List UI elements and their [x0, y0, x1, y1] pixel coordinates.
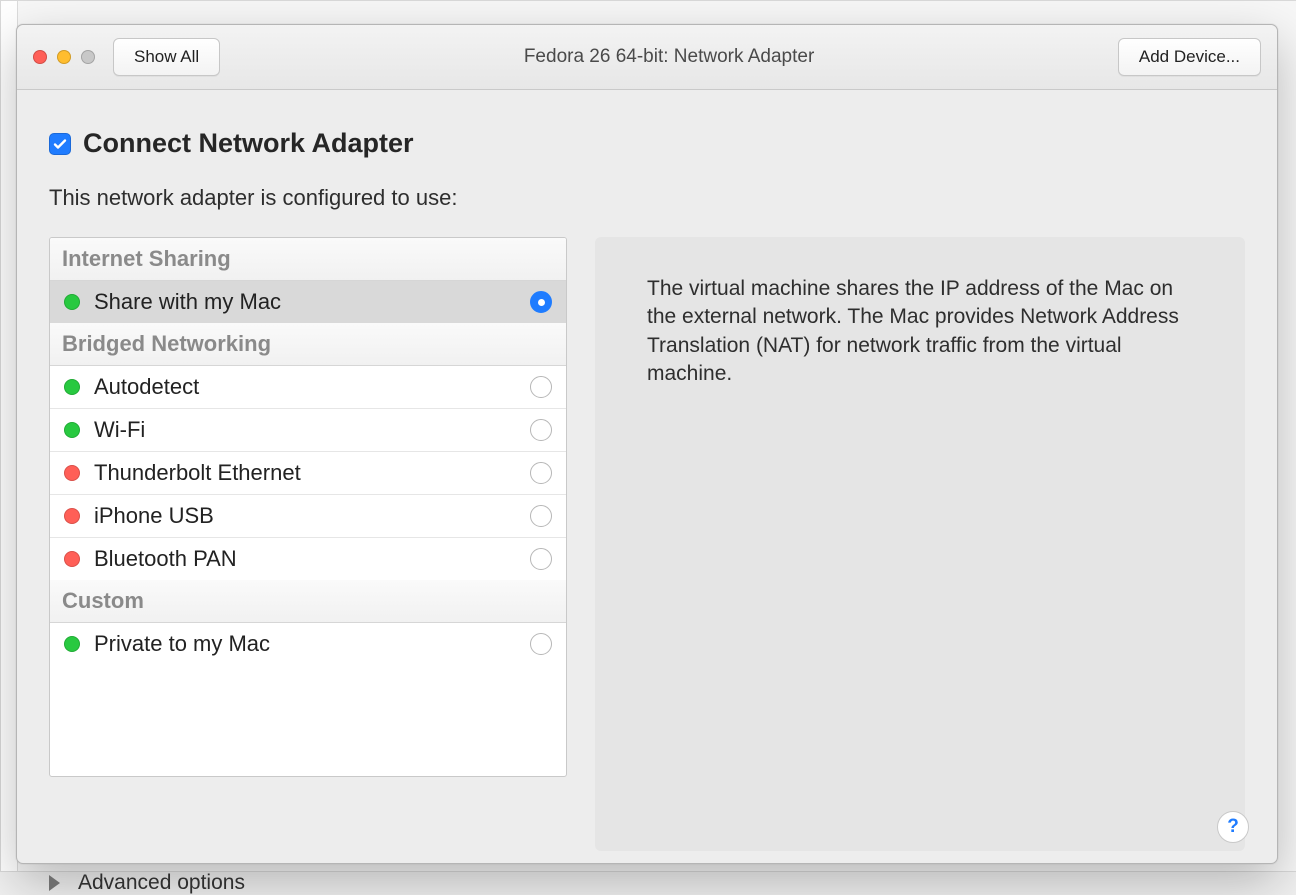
window-titlebar: Show All Fedora 26 64-bit: Network Adapt…	[17, 25, 1277, 90]
network-option-radio[interactable]	[530, 548, 552, 570]
status-dot-icon	[64, 294, 80, 310]
network-option-label: Bluetooth PAN	[94, 546, 516, 572]
status-dot-icon	[64, 422, 80, 438]
add-device-button[interactable]: Add Device...	[1118, 38, 1261, 76]
connect-adapter-checkbox[interactable]	[49, 133, 71, 155]
network-option[interactable]: Thunderbolt Ethernet	[50, 451, 566, 494]
zoom-icon[interactable]	[81, 50, 95, 64]
advanced-options-disclosure[interactable]: Advanced options	[49, 871, 1245, 895]
network-option[interactable]: Private to my Mac	[50, 623, 566, 665]
disclosure-triangle-icon	[49, 875, 60, 891]
close-icon[interactable]	[33, 50, 47, 64]
group-header: Internet Sharing	[50, 238, 566, 281]
status-dot-icon	[64, 465, 80, 481]
content-area: Connect Network Adapter This network ada…	[17, 90, 1277, 863]
network-option-label: Private to my Mac	[94, 631, 516, 657]
panel-subtitle: This network adapter is configured to us…	[49, 185, 1245, 211]
network-option-label: Wi-Fi	[94, 417, 516, 443]
window-title: Fedora 26 64-bit: Network Adapter	[220, 46, 1118, 68]
show-all-button[interactable]: Show All	[113, 38, 220, 76]
network-option-radio[interactable]	[530, 376, 552, 398]
network-option-label: Thunderbolt Ethernet	[94, 460, 516, 486]
network-option-label: Share with my Mac	[94, 289, 516, 315]
network-option-radio[interactable]	[530, 291, 552, 313]
network-option-radio[interactable]	[530, 419, 552, 441]
status-dot-icon	[64, 508, 80, 524]
network-option[interactable]: Bluetooth PAN	[50, 537, 566, 580]
network-option-label: iPhone USB	[94, 503, 516, 529]
mode-description: The virtual machine shares the IP addres…	[595, 237, 1245, 851]
panel-heading: Connect Network Adapter	[83, 128, 414, 159]
network-option[interactable]: Wi-Fi	[50, 408, 566, 451]
status-dot-icon	[64, 551, 80, 567]
group-header: Bridged Networking	[50, 323, 566, 366]
window-traffic-lights	[33, 50, 95, 64]
network-option-radio[interactable]	[530, 462, 552, 484]
network-option[interactable]: Autodetect	[50, 366, 566, 408]
minimize-icon[interactable]	[57, 50, 71, 64]
group-header: Custom	[50, 580, 566, 623]
network-option[interactable]: Share with my Mac	[50, 281, 566, 323]
advanced-options-label: Advanced options	[78, 871, 245, 895]
network-option[interactable]: iPhone USB	[50, 494, 566, 537]
help-button[interactable]: ?	[1217, 811, 1249, 843]
network-option-radio[interactable]	[530, 505, 552, 527]
status-dot-icon	[64, 636, 80, 652]
status-dot-icon	[64, 379, 80, 395]
network-option-label: Autodetect	[94, 374, 516, 400]
settings-window: Show All Fedora 26 64-bit: Network Adapt…	[16, 24, 1278, 864]
network-option-radio[interactable]	[530, 633, 552, 655]
network-mode-list: Internet Sharing Share with my Mac Bridged…	[49, 237, 567, 777]
